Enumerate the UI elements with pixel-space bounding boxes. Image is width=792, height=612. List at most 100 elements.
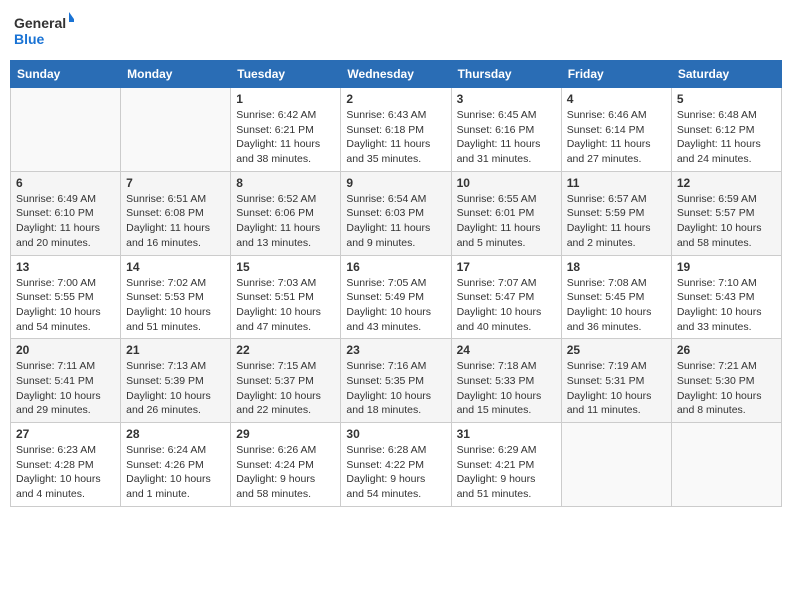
day-cell: 13Sunrise: 7:00 AM Sunset: 5:55 PM Dayli… [11, 255, 121, 339]
page-header: General Blue [10, 10, 782, 52]
day-cell: 20Sunrise: 7:11 AM Sunset: 5:41 PM Dayli… [11, 339, 121, 423]
day-cell: 12 Sunrise: 6:59 AM Sunset: 5:57 PM Dayli… [671, 171, 781, 255]
day-info: Sunrise: 7:18 AM Sunset: 5:33 PM Dayligh… [457, 359, 556, 418]
logo-svg: General Blue [14, 10, 74, 52]
day-number: 3 [457, 92, 556, 106]
day-cell: 31 Sunrise: 6:29 AM Sunset: 4:21 PM Dayli… [451, 423, 561, 507]
week-row-1: 1 Sunrise: 6:42 AM Sunset: 6:21 PM Daylig… [11, 88, 782, 172]
day-cell: 30 Sunrise: 6:28 AM Sunset: 4:22 PM Dayli… [341, 423, 451, 507]
day-cell: 19 Sunrise: 7:10 AM Sunset: 5:43 PM Dayli… [671, 255, 781, 339]
day-info: Sunrise: 6:51 AM Sunset: 6:08 PM Dayligh… [126, 192, 225, 251]
day-number: 7 [126, 176, 225, 190]
day-cell: 9 Sunrise: 6:54 AM Sunset: 6:03 PM Daylig… [341, 171, 451, 255]
day-number: 18 [567, 260, 666, 274]
svg-text:Blue: Blue [14, 31, 45, 47]
calendar-table: SundayMondayTuesdayWednesdayThursdayFrid… [10, 60, 782, 507]
day-info: Sunrise: 6:54 AM Sunset: 6:03 PM Dayligh… [346, 192, 445, 251]
day-info: Sunrise: 6:48 AM Sunset: 6:12 PM Dayligh… [677, 108, 776, 167]
day-info: Sunrise: 6:23 AM Sunset: 4:28 PM Dayligh… [16, 443, 115, 502]
day-number: 19 [677, 260, 776, 274]
day-cell: 18 Sunrise: 7:08 AM Sunset: 5:45 PM Dayli… [561, 255, 671, 339]
day-number: 21 [126, 343, 225, 357]
day-cell: 26 Sunrise: 7:21 AM Sunset: 5:30 PM Dayli… [671, 339, 781, 423]
day-number: 27 [16, 427, 115, 441]
svg-text:General: General [14, 15, 66, 31]
day-info: Sunrise: 7:03 AM Sunset: 5:51 PM Dayligh… [236, 276, 335, 335]
week-row-5: 27 Sunrise: 6:23 AM Sunset: 4:28 PM Dayli… [11, 423, 782, 507]
day-info: Sunrise: 7:05 AM Sunset: 5:49 PM Dayligh… [346, 276, 445, 335]
day-info: Sunrise: 6:29 AM Sunset: 4:21 PM Dayligh… [457, 443, 556, 502]
day-info: Sunrise: 7:21 AM Sunset: 5:30 PM Dayligh… [677, 359, 776, 418]
day-cell: 2Sunrise: 6:43 AM Sunset: 6:18 PM Daylig… [341, 88, 451, 172]
header-row: SundayMondayTuesdayWednesdayThursdayFrid… [11, 61, 782, 88]
day-number: 24 [457, 343, 556, 357]
day-info: Sunrise: 6:55 AM Sunset: 6:01 PM Dayligh… [457, 192, 556, 251]
col-header-saturday: Saturday [671, 61, 781, 88]
week-row-4: 20Sunrise: 7:11 AM Sunset: 5:41 PM Dayli… [11, 339, 782, 423]
day-number: 15 [236, 260, 335, 274]
day-cell: 16Sunrise: 7:05 AM Sunset: 5:49 PM Dayli… [341, 255, 451, 339]
day-cell [561, 423, 671, 507]
day-info: Sunrise: 6:57 AM Sunset: 5:59 PM Dayligh… [567, 192, 666, 251]
day-number: 31 [457, 427, 556, 441]
day-number: 30 [346, 427, 445, 441]
day-number: 8 [236, 176, 335, 190]
day-number: 10 [457, 176, 556, 190]
col-header-wednesday: Wednesday [341, 61, 451, 88]
day-cell: 11Sunrise: 6:57 AM Sunset: 5:59 PM Dayli… [561, 171, 671, 255]
day-cell: 23 Sunrise: 7:16 AM Sunset: 5:35 PM Dayli… [341, 339, 451, 423]
day-number: 1 [236, 92, 335, 106]
day-info: Sunrise: 7:10 AM Sunset: 5:43 PM Dayligh… [677, 276, 776, 335]
day-info: Sunrise: 6:49 AM Sunset: 6:10 PM Dayligh… [16, 192, 115, 251]
day-number: 5 [677, 92, 776, 106]
day-number: 25 [567, 343, 666, 357]
day-cell: 6Sunrise: 6:49 AM Sunset: 6:10 PM Daylig… [11, 171, 121, 255]
day-number: 9 [346, 176, 445, 190]
day-cell: 1 Sunrise: 6:42 AM Sunset: 6:21 PM Daylig… [231, 88, 341, 172]
day-info: Sunrise: 7:16 AM Sunset: 5:35 PM Dayligh… [346, 359, 445, 418]
day-info: Sunrise: 7:02 AM Sunset: 5:53 PM Dayligh… [126, 276, 225, 335]
day-info: Sunrise: 7:11 AM Sunset: 5:41 PM Dayligh… [16, 359, 115, 418]
col-header-friday: Friday [561, 61, 671, 88]
day-number: 13 [16, 260, 115, 274]
day-cell: 25 Sunrise: 7:19 AM Sunset: 5:31 PM Dayli… [561, 339, 671, 423]
col-header-monday: Monday [121, 61, 231, 88]
day-cell: 29 Sunrise: 6:26 AM Sunset: 4:24 PM Dayli… [231, 423, 341, 507]
day-cell [671, 423, 781, 507]
day-info: Sunrise: 6:24 AM Sunset: 4:26 PM Dayligh… [126, 443, 225, 502]
day-cell: 4Sunrise: 6:46 AM Sunset: 6:14 PM Daylig… [561, 88, 671, 172]
day-cell [121, 88, 231, 172]
day-cell: 24 Sunrise: 7:18 AM Sunset: 5:33 PM Dayli… [451, 339, 561, 423]
day-info: Sunrise: 6:45 AM Sunset: 6:16 PM Dayligh… [457, 108, 556, 167]
day-info: Sunrise: 6:52 AM Sunset: 6:06 PM Dayligh… [236, 192, 335, 251]
day-info: Sunrise: 7:19 AM Sunset: 5:31 PM Dayligh… [567, 359, 666, 418]
day-cell: 17Sunrise: 7:07 AM Sunset: 5:47 PM Dayli… [451, 255, 561, 339]
day-cell: 5 Sunrise: 6:48 AM Sunset: 6:12 PM Daylig… [671, 88, 781, 172]
week-row-3: 13Sunrise: 7:00 AM Sunset: 5:55 PM Dayli… [11, 255, 782, 339]
day-cell: 7 Sunrise: 6:51 AM Sunset: 6:08 PM Daylig… [121, 171, 231, 255]
day-cell: 15 Sunrise: 7:03 AM Sunset: 5:51 PM Dayli… [231, 255, 341, 339]
logo: General Blue [14, 10, 74, 52]
day-number: 2 [346, 92, 445, 106]
day-cell: 10 Sunrise: 6:55 AM Sunset: 6:01 PM Dayli… [451, 171, 561, 255]
day-number: 4 [567, 92, 666, 106]
day-info: Sunrise: 6:28 AM Sunset: 4:22 PM Dayligh… [346, 443, 445, 502]
day-info: Sunrise: 7:13 AM Sunset: 5:39 PM Dayligh… [126, 359, 225, 418]
day-number: 14 [126, 260, 225, 274]
day-cell: 21 Sunrise: 7:13 AM Sunset: 5:39 PM Dayli… [121, 339, 231, 423]
week-row-2: 6Sunrise: 6:49 AM Sunset: 6:10 PM Daylig… [11, 171, 782, 255]
day-number: 23 [346, 343, 445, 357]
day-number: 12 [677, 176, 776, 190]
day-info: Sunrise: 6:26 AM Sunset: 4:24 PM Dayligh… [236, 443, 335, 502]
day-info: Sunrise: 6:59 AM Sunset: 5:57 PM Dayligh… [677, 192, 776, 251]
day-number: 29 [236, 427, 335, 441]
col-header-sunday: Sunday [11, 61, 121, 88]
day-info: Sunrise: 6:42 AM Sunset: 6:21 PM Dayligh… [236, 108, 335, 167]
day-info: Sunrise: 7:07 AM Sunset: 5:47 PM Dayligh… [457, 276, 556, 335]
day-number: 28 [126, 427, 225, 441]
day-number: 26 [677, 343, 776, 357]
day-info: Sunrise: 7:08 AM Sunset: 5:45 PM Dayligh… [567, 276, 666, 335]
day-number: 22 [236, 343, 335, 357]
day-cell: 3 Sunrise: 6:45 AM Sunset: 6:16 PM Daylig… [451, 88, 561, 172]
day-info: Sunrise: 7:15 AM Sunset: 5:37 PM Dayligh… [236, 359, 335, 418]
